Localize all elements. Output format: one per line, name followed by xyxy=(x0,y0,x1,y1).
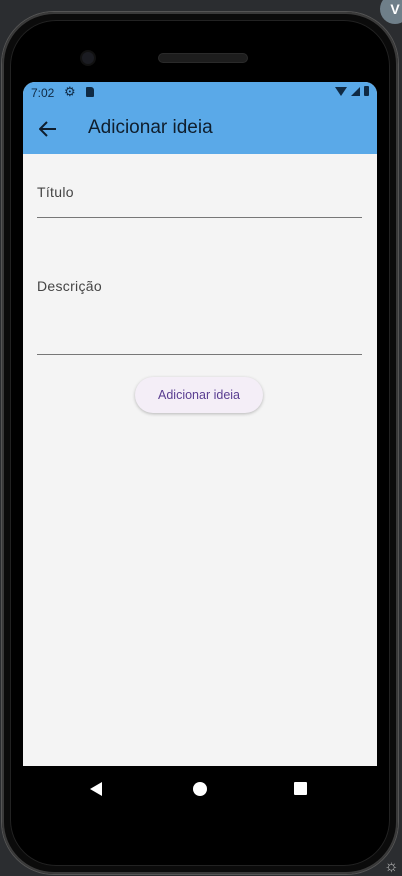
status-icons xyxy=(335,86,369,96)
app-bar: Adicionar ideia xyxy=(23,104,377,154)
description-field[interactable]: Descrição xyxy=(37,278,362,355)
status-bar: 7:02 ⚙ xyxy=(23,82,377,104)
system-nav-bar xyxy=(23,766,377,812)
app-screen: 7:02 ⚙ Adicionar ideia Título Descrição … xyxy=(23,82,377,766)
user-avatar[interactable]: V xyxy=(380,0,402,24)
nav-recents-icon[interactable] xyxy=(294,782,307,795)
wifi-icon xyxy=(335,86,347,96)
add-idea-button[interactable]: Adicionar ideia xyxy=(135,377,263,413)
signal-icon xyxy=(351,86,360,96)
camera-icon xyxy=(82,52,94,64)
nav-home-icon[interactable] xyxy=(193,782,207,796)
battery-icon xyxy=(364,86,369,96)
arrow-left-icon xyxy=(39,121,56,137)
sd-card-icon xyxy=(86,87,94,97)
settings-gear-icon[interactable]: ☼ xyxy=(384,858,399,876)
page-title: Adicionar ideia xyxy=(88,117,213,138)
back-button[interactable] xyxy=(33,114,63,144)
nav-back-icon[interactable] xyxy=(90,782,102,796)
status-time: 7:02 xyxy=(31,86,55,100)
title-field[interactable]: Título xyxy=(37,184,362,218)
description-field-label: Descrição xyxy=(37,278,102,294)
settings-icon: ⚙ xyxy=(64,84,76,99)
title-field-label: Título xyxy=(37,184,74,200)
speaker-grille xyxy=(159,54,247,62)
